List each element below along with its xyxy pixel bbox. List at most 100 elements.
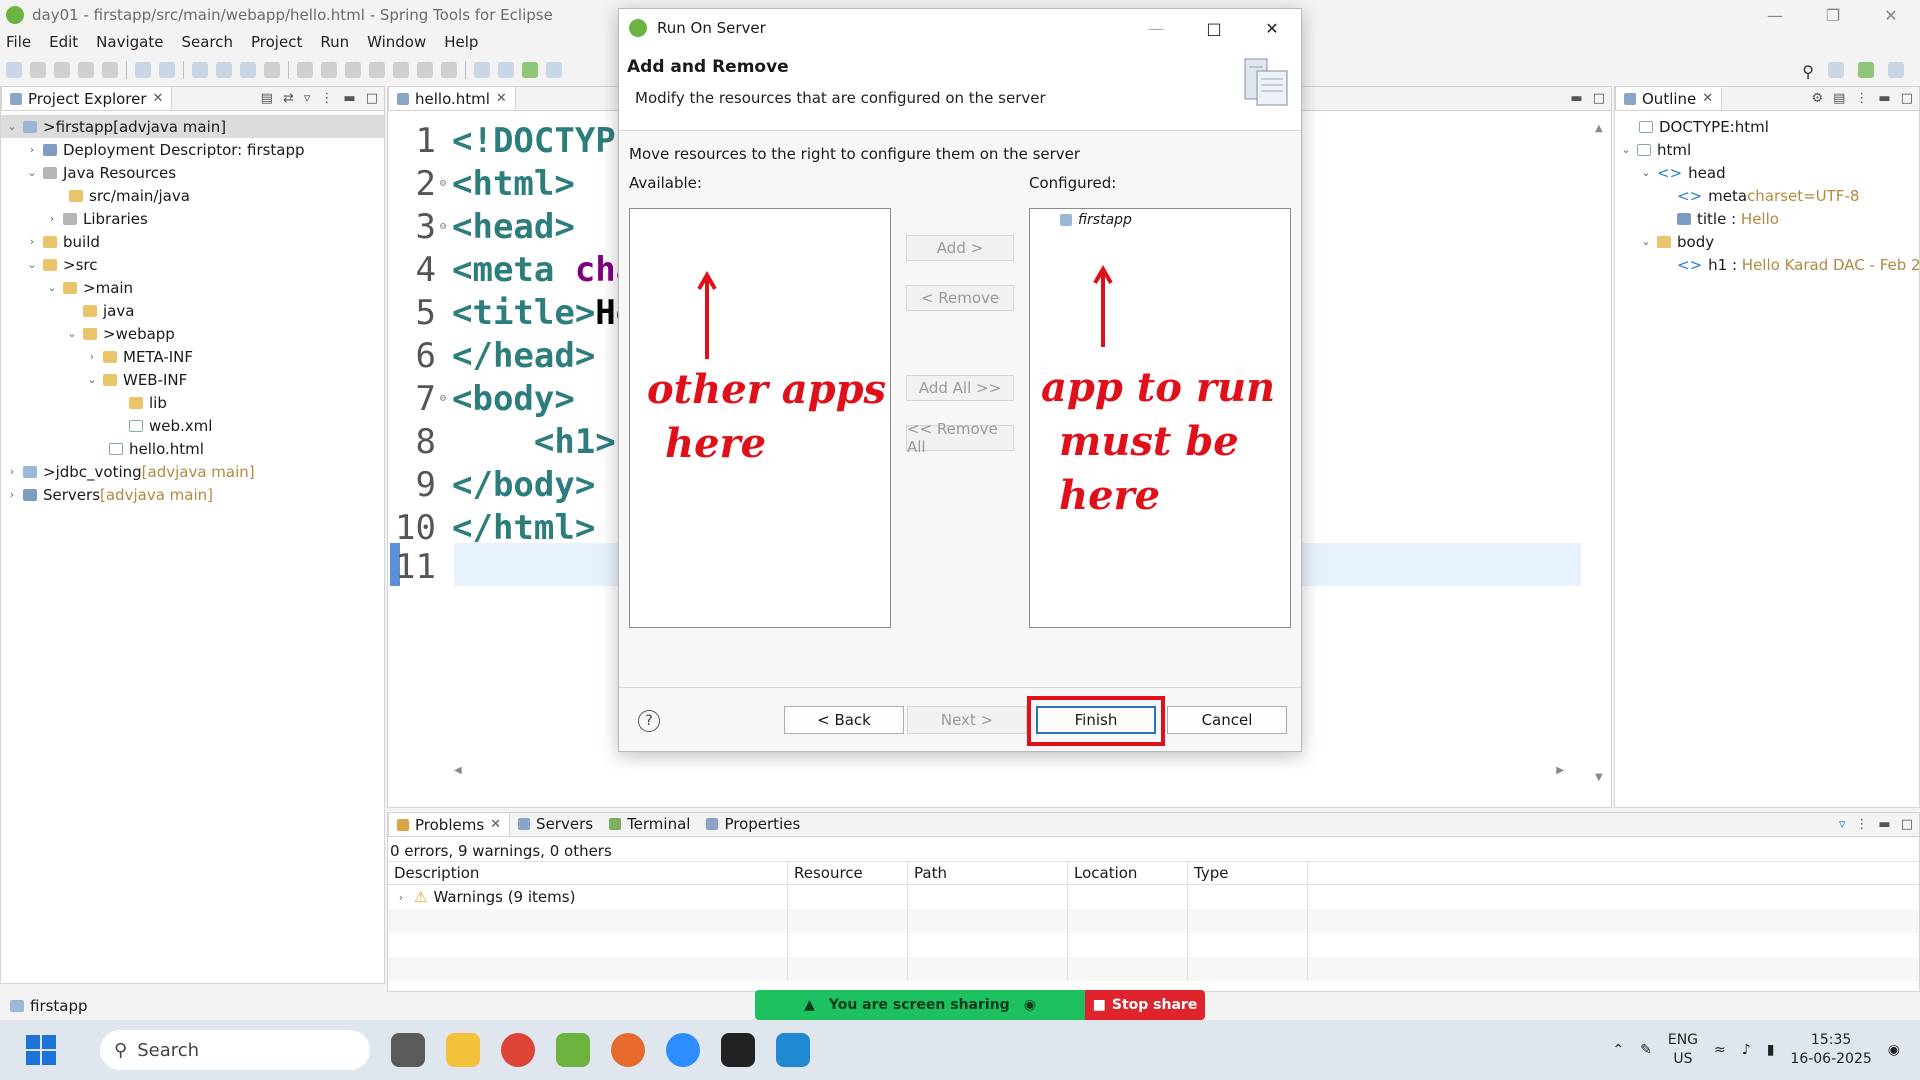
close-button[interactable]: ✕	[1862, 0, 1920, 30]
cancel-button[interactable]: Cancel	[1167, 706, 1287, 734]
column-type[interactable]: Type	[1188, 862, 1308, 884]
column-location[interactable]: Location	[1068, 862, 1188, 884]
tree-item-servers[interactable]: › Servers [advjava main]	[1, 483, 384, 506]
chevron-up-icon[interactable]: ⌃	[1612, 1042, 1624, 1058]
menu-navigate[interactable]: Navigate	[96, 33, 163, 51]
tree-item-webapp[interactable]: ⌄ > webapp	[1, 322, 384, 345]
restore-button[interactable]: ❐	[1804, 0, 1862, 30]
view-menu-icon[interactable]: ⋮	[1855, 91, 1868, 106]
spring-perspective-icon[interactable]	[1858, 62, 1874, 78]
column-path[interactable]: Path	[908, 862, 1068, 884]
tree-item-web-inf[interactable]: ⌄ WEB-INF	[1, 368, 384, 391]
spring-starter-icon[interactable]	[159, 62, 175, 78]
spring-tools-icon[interactable]	[556, 1033, 590, 1067]
maximize-view-icon[interactable]: □	[1901, 91, 1913, 106]
outline-item-meta[interactable]: <> meta charset=UTF-8	[1615, 184, 1919, 207]
undo-icon[interactable]	[78, 62, 94, 78]
column-resource[interactable]: Resource	[788, 862, 908, 884]
add-all-button[interactable]: Add All >>	[906, 375, 1014, 401]
file-explorer-icon[interactable]	[446, 1033, 480, 1067]
save-all-icon[interactable]	[54, 62, 70, 78]
tab-servers[interactable]: Servers	[510, 812, 601, 836]
save-icon[interactable]	[30, 62, 46, 78]
suspend-icon[interactable]	[321, 62, 337, 78]
notification-icon[interactable]: ◉	[1888, 1042, 1900, 1058]
minimize-view-icon[interactable]: ▬	[1878, 91, 1890, 106]
tree-item-main[interactable]: ⌄ > main	[1, 276, 384, 299]
next-button[interactable]: Next >	[907, 706, 1027, 734]
back-button[interactable]: < Back	[784, 706, 904, 734]
menu-project[interactable]: Project	[251, 33, 302, 51]
task-view-icon[interactable]	[391, 1033, 425, 1067]
resume-icon[interactable]	[297, 62, 313, 78]
language-indicator[interactable]: ENG US	[1668, 1031, 1698, 1069]
link-editor-icon[interactable]: ⇄	[283, 91, 294, 106]
tree-item-lib[interactable]: lib	[1, 391, 384, 414]
outline-item-html[interactable]: ⌄ html	[1615, 138, 1919, 161]
run-icon[interactable]	[522, 62, 538, 78]
tree-item-deployment-descriptor[interactable]: › Deployment Descriptor: firstapp	[1, 138, 384, 161]
menu-run[interactable]: Run	[320, 33, 349, 51]
volume-icon[interactable]: ♪	[1742, 1042, 1751, 1058]
add-button[interactable]: Add >	[906, 235, 1014, 261]
minimize-view-icon[interactable]: ▬	[1570, 91, 1582, 106]
open-task-icon[interactable]	[474, 62, 490, 78]
close-icon[interactable]: ✕	[496, 91, 507, 106]
chrome-icon[interactable]	[501, 1033, 535, 1067]
dialog-maximize-button[interactable]: □	[1185, 9, 1243, 47]
firefox-icon[interactable]	[611, 1033, 645, 1067]
tree-item-java-resources[interactable]: ⌄ Java Resources	[1, 161, 384, 184]
new-project-icon[interactable]	[135, 62, 151, 78]
filter-icon[interactable]: ▿	[1839, 817, 1846, 832]
pen-icon[interactable]: ✎	[1640, 1042, 1652, 1058]
collapse-all-icon[interactable]: ▤	[1833, 91, 1845, 106]
column-description[interactable]: Description	[388, 862, 788, 884]
tab-problems[interactable]: Problems ✕	[388, 812, 511, 836]
menu-window[interactable]: Window	[367, 33, 426, 51]
globe-icon[interactable]	[192, 62, 208, 78]
close-icon[interactable]: ✕	[1702, 91, 1713, 106]
minimize-view-icon[interactable]: ▬	[343, 91, 355, 106]
menu-file[interactable]: File	[6, 33, 31, 51]
view-menu-icon[interactable]: ⋮	[320, 91, 333, 106]
close-icon[interactable]: ✕	[153, 91, 164, 106]
tab-project-explorer[interactable]: Project Explorer ✕	[1, 86, 173, 110]
tree-item-src-main-java[interactable]: src/main/java	[1, 184, 384, 207]
dialog-close-button[interactable]: ✕	[1243, 9, 1301, 47]
filter-icon[interactable]: ▿	[304, 91, 311, 106]
new-icon[interactable]	[6, 62, 22, 78]
open-perspective-icon[interactable]	[1828, 62, 1844, 78]
menu-help[interactable]: Help	[444, 33, 478, 51]
battery-icon[interactable]: ▮	[1767, 1042, 1775, 1058]
tree-item-build[interactable]: › build	[1, 230, 384, 253]
table-row[interactable]: › ⚠ Warnings (9 items)	[388, 885, 1919, 909]
maximize-view-icon[interactable]: □	[1901, 817, 1913, 832]
disconnect-icon[interactable]	[369, 62, 385, 78]
list-item[interactable]: firstapp	[1030, 209, 1290, 228]
outline-item-head[interactable]: ⌄ <> head	[1615, 161, 1919, 184]
outline-item-doctype[interactable]: DOCTYPE:html	[1615, 115, 1919, 138]
help-icon[interactable]: ?	[638, 710, 660, 732]
vertical-scrollbar[interactable]: ▲ ▼	[1595, 123, 1607, 783]
step-return-icon[interactable]	[441, 62, 457, 78]
java-ee-perspective-icon[interactable]	[1888, 62, 1904, 78]
skip-breakpoints-icon[interactable]	[264, 62, 280, 78]
minimize-button[interactable]: —	[1746, 0, 1804, 30]
vscode-icon[interactable]	[776, 1033, 810, 1067]
outline-item-body[interactable]: ⌄ body	[1615, 230, 1919, 253]
windows-start-icon[interactable]	[26, 1035, 56, 1065]
tab-hello-html[interactable]: hello.html ✕	[388, 86, 516, 110]
menu-edit[interactable]: Edit	[49, 33, 78, 51]
tree-item-jdbc-voting[interactable]: › > jdbc_voting [advjava main]	[1, 460, 384, 483]
terminate-icon[interactable]	[345, 62, 361, 78]
zoom-icon[interactable]	[666, 1033, 700, 1067]
step-over-icon[interactable]	[417, 62, 433, 78]
collapse-all-icon[interactable]: ▤	[261, 91, 273, 106]
redo-icon[interactable]	[102, 62, 118, 78]
dialog-minimize-button[interactable]: —	[1127, 9, 1185, 47]
tree-item-meta-inf[interactable]: › META-INF	[1, 345, 384, 368]
remove-button[interactable]: < Remove	[906, 285, 1014, 311]
outline-item-h1[interactable]: <>h1 : Hello Karad DAC - Feb 2025	[1615, 253, 1920, 276]
maximize-view-icon[interactable]: □	[366, 91, 378, 106]
taskbar-search[interactable]: ⚲ Search	[100, 1030, 370, 1070]
